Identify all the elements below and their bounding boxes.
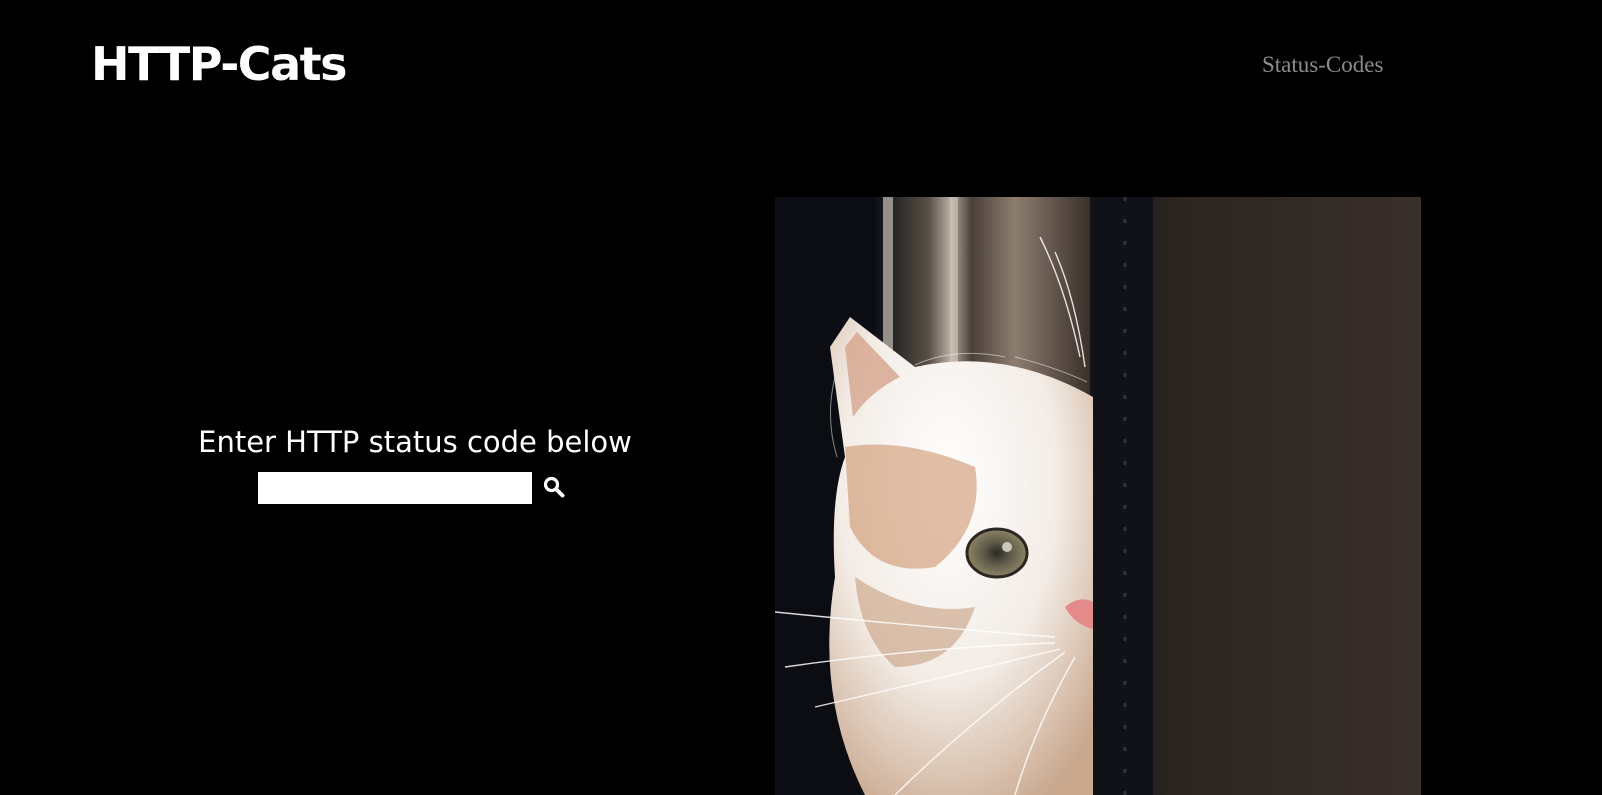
search-section: Enter HTTP status code below — [160, 418, 670, 504]
site-logo[interactable]: HTTP-Cats — [91, 34, 347, 94]
search-icon — [542, 475, 566, 502]
nav-link-status-codes[interactable]: Status-Codes — [1262, 50, 1383, 80]
status-code-input[interactable] — [258, 472, 532, 504]
search-prompt: Enter HTTP status code below — [198, 425, 632, 459]
search-button[interactable] — [536, 472, 572, 504]
hero-cat-image — [775, 197, 1421, 795]
search-form — [160, 472, 670, 504]
